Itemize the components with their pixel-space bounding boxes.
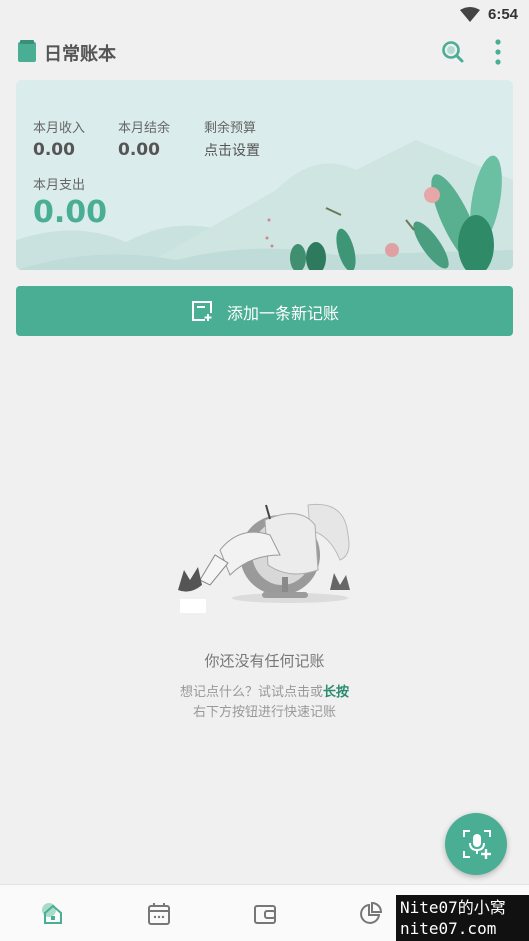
expense-value: 0.00 bbox=[33, 195, 108, 230]
budget-label: 剩余预算 bbox=[204, 121, 257, 136]
wallet-icon[interactable] bbox=[252, 901, 278, 927]
empty-state-hint: 想记点什么？试试点击或长按 右下方按钮进行快速记账 bbox=[0, 683, 529, 723]
watermark: Nite07的小窝 nite07.com bbox=[396, 895, 529, 941]
voice-add-icon bbox=[463, 830, 491, 859]
balance-value: 0.00 bbox=[118, 140, 160, 160]
app-title: 日常账本 bbox=[44, 44, 116, 65]
monthly-summary-card: 本月收入 0.00 本月结余 0.00 剩余预算 点击设置 本月支出 0.00 bbox=[16, 80, 513, 270]
book-icon bbox=[18, 40, 36, 62]
empty-state-title: 你还没有任何记账 bbox=[204, 652, 325, 670]
pie-chart-icon[interactable] bbox=[357, 901, 383, 927]
app-bar: 日常账本 bbox=[0, 30, 529, 74]
empty-state-illustration bbox=[178, 503, 350, 613]
voice-record-button[interactable] bbox=[445, 813, 507, 875]
more-vertical-icon[interactable] bbox=[490, 38, 506, 66]
wifi-icon bbox=[460, 7, 480, 22]
expense-label: 本月支出 bbox=[33, 178, 86, 193]
home-icon[interactable] bbox=[40, 901, 66, 927]
status-time: 6:54 bbox=[488, 6, 519, 23]
balance-stat: 本月结余 0.00 bbox=[118, 117, 170, 160]
status-bar: 6:54 bbox=[0, 0, 529, 30]
hint-highlight: 长按 bbox=[323, 685, 350, 700]
income-value: 0.00 bbox=[33, 140, 75, 160]
balance-label: 本月结余 bbox=[118, 121, 171, 136]
expense-stat: 本月支出 0.00 bbox=[33, 174, 107, 230]
hint-prefix: 想记点什么？试试点击或 bbox=[179, 685, 323, 700]
income-stat: 本月收入 0.00 bbox=[33, 117, 85, 160]
budget-stat[interactable]: 剩余预算 点击设置 bbox=[204, 117, 260, 160]
add-note-icon bbox=[192, 301, 212, 321]
income-label: 本月收入 bbox=[33, 121, 86, 136]
calendar-icon[interactable] bbox=[146, 901, 172, 927]
watermark-line2: nite07.com bbox=[400, 919, 497, 938]
set-budget-link[interactable]: 点击设置 bbox=[204, 140, 260, 160]
hint-suffix: 右下方按钮进行快速记账 bbox=[192, 705, 336, 720]
search-icon[interactable] bbox=[441, 40, 465, 64]
watermark-line1: Nite07的小窝 bbox=[400, 898, 506, 917]
add-record-label: 添加一条新记账 bbox=[227, 304, 340, 323]
add-record-button[interactable]: 添加一条新记账 bbox=[16, 286, 513, 336]
